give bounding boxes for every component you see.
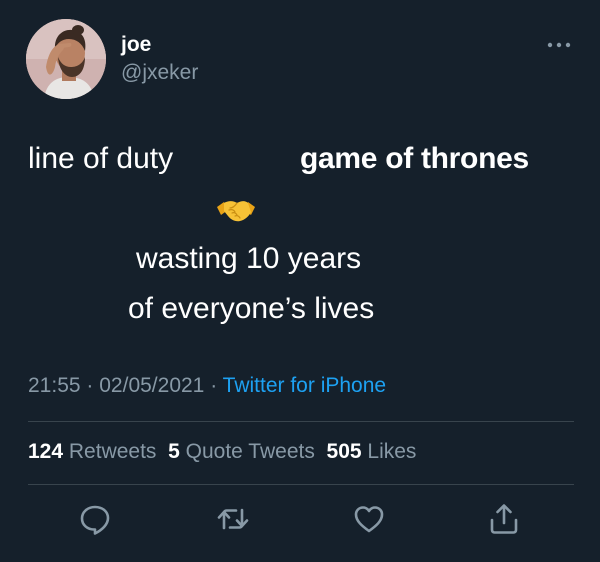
retweets-label: Retweets	[68, 440, 157, 463]
tweet-source-link[interactable]: Twitter for iPhone	[223, 374, 386, 397]
tweet-card: joe @jxeker line of duty game of thrones…	[0, 0, 600, 562]
like-button[interactable]	[352, 502, 386, 536]
tweet-stats: 124 Retweets 5 Quote Tweets 505 Likes	[28, 438, 416, 466]
handshake-icon	[217, 201, 255, 222]
divider	[28, 421, 574, 422]
meta-separator: ·	[86, 374, 94, 397]
tweet-text-game-of-thrones: game of thrones	[300, 142, 529, 175]
divider	[28, 484, 574, 485]
tweet-metadata: 21:55 · 02/05/2021 · Twitter for iPhone	[28, 372, 386, 400]
quote-tweets-stat[interactable]: 5 Quote Tweets	[168, 440, 315, 463]
share-icon	[490, 504, 518, 534]
author-username[interactable]: @jxeker	[121, 60, 198, 86]
tweet-text-line-two: of everyone’s lives	[128, 292, 375, 325]
quote-tweets-count: 5	[168, 440, 180, 463]
retweet-icon	[217, 508, 249, 530]
retweets-stat[interactable]: 124 Retweets	[28, 440, 156, 463]
retweets-count: 124	[28, 440, 64, 463]
share-button[interactable]	[487, 502, 521, 536]
likes-count: 505	[326, 440, 362, 463]
tweet-date[interactable]: 02/05/2021	[99, 374, 204, 397]
heart-icon	[354, 506, 384, 533]
more-dots-icon[interactable]	[546, 36, 572, 54]
reply-button[interactable]	[78, 502, 112, 536]
retweet-button[interactable]	[216, 502, 250, 536]
meta-separator: ·	[210, 374, 218, 397]
quote-tweets-label: Quote Tweets	[185, 440, 315, 463]
tweet-text-line-one: wasting 10 years	[136, 242, 362, 275]
likes-stat[interactable]: 505 Likes	[327, 440, 417, 463]
likes-label: Likes	[367, 440, 417, 463]
author-display-name[interactable]: joe	[121, 32, 151, 58]
tweet-time[interactable]: 21:55	[28, 374, 81, 397]
reply-icon	[80, 505, 110, 535]
avatar-image	[26, 19, 106, 99]
avatar[interactable]	[26, 19, 106, 99]
tweet-text-line-of-duty: line of duty	[28, 142, 174, 175]
